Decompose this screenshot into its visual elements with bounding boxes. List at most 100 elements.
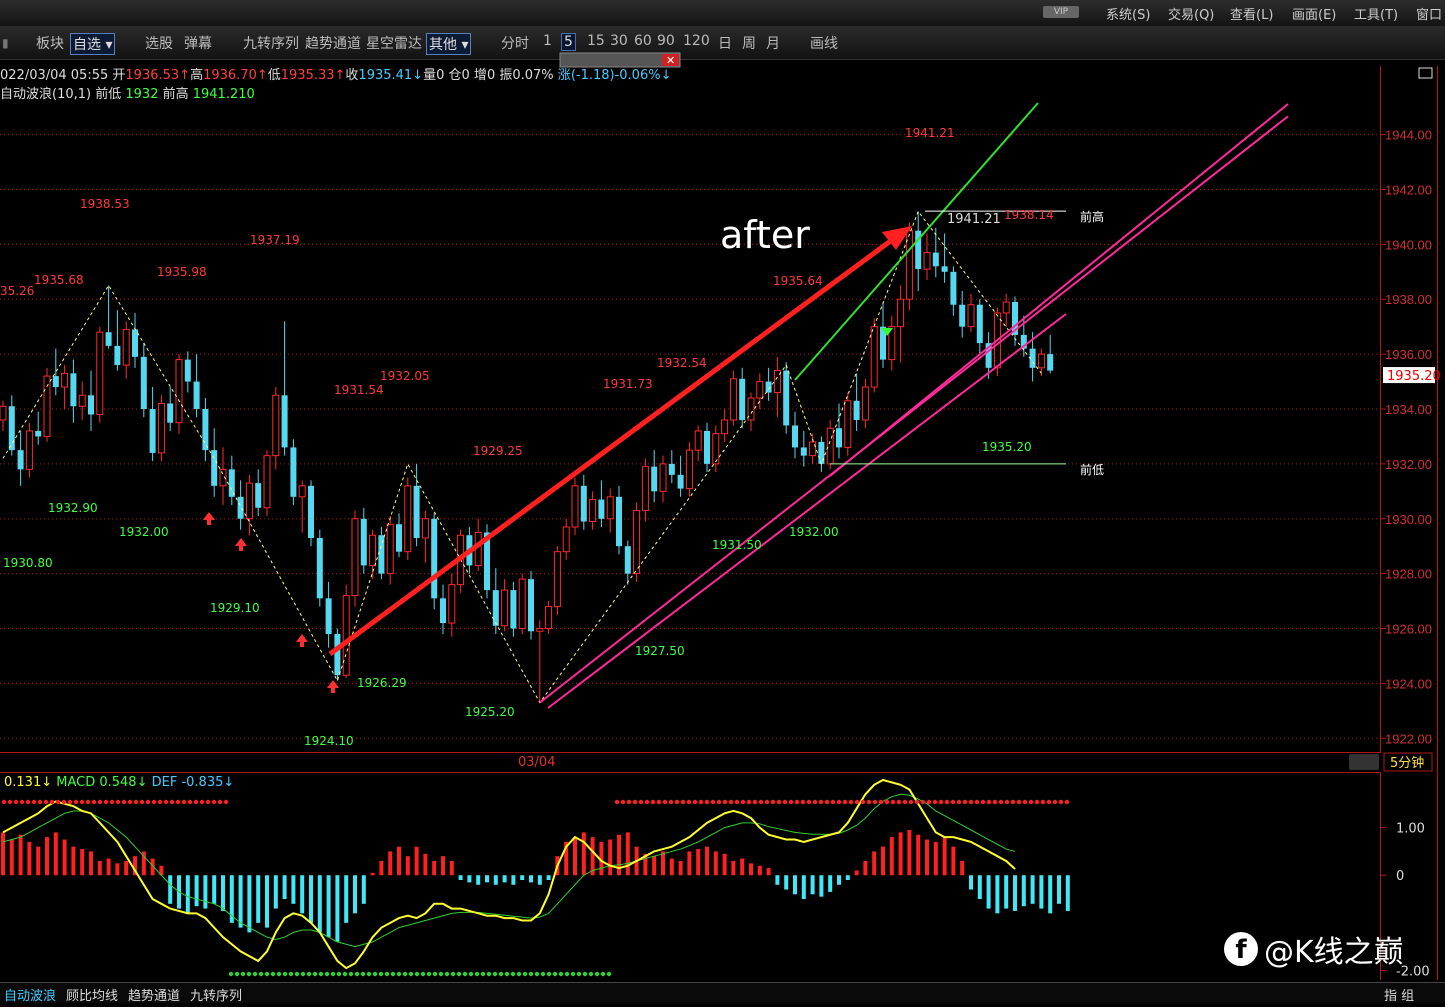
macd-histogram-bar	[9, 839, 14, 876]
macd-histogram-bar	[361, 875, 366, 904]
macd-signal-dot	[91, 799, 97, 805]
candle-body	[25, 430, 33, 470]
macd-histogram-bar	[1021, 875, 1026, 907]
macd-signal-dot	[564, 971, 570, 977]
macd-histogram-bar	[185, 875, 190, 914]
macd-signal-dot	[758, 799, 764, 805]
macd-histogram-bar	[1048, 875, 1053, 914]
ohlc-info-part: 022/03/04 05:55	[0, 68, 112, 83]
bottom-right-controls[interactable]: 指 组	[1382, 985, 1416, 1004]
ohlc-info-part: (-1.18)-0.06%↓	[571, 68, 672, 83]
macd-signal-dot	[860, 799, 866, 805]
macd-signal-dot	[968, 799, 974, 805]
macd-histogram-bar	[793, 875, 797, 895]
macd-signal-dot	[1052, 799, 1058, 805]
macd-signal-dot	[402, 971, 408, 977]
candle-body	[167, 403, 174, 423]
macd-histogram-bar	[969, 875, 973, 890]
buy-signal-arrow-stem	[331, 688, 335, 693]
bottom-tab-bar: 自动波浪 顾比均线 趋势通道 九转序列 指 组	[0, 982, 1445, 1004]
chart-canvas[interactable]: 1944.00 1942.00 1940.00 1938.00 1936.00 1934.…	[0, 0, 1445, 1007]
candle-body	[950, 271, 957, 305]
macd-signal-dot	[644, 799, 650, 805]
macd-signal-dot	[1046, 799, 1052, 805]
candle-body	[536, 628, 544, 632]
candle-body	[959, 304, 966, 327]
macd-histogram-bar	[62, 839, 67, 876]
macd-signal-dot	[49, 799, 55, 805]
macd-signal-dot	[884, 799, 890, 805]
macd-signal-dot	[175, 799, 181, 805]
macd-signal-dot	[276, 971, 282, 977]
candle-body	[281, 395, 288, 448]
wave-low-label: 1924.10	[304, 734, 354, 748]
macd-signal-dot	[97, 799, 103, 805]
candle-body	[421, 518, 429, 539]
candle-body	[659, 463, 667, 492]
macd-signal-dot	[980, 799, 986, 805]
macd-signal-dot	[300, 971, 306, 977]
candle-body	[818, 441, 825, 464]
macd-signal-dot	[336, 971, 342, 977]
candle-body	[228, 469, 235, 497]
macd-signal-dot	[103, 799, 109, 805]
macd-histogram-bar	[1030, 875, 1035, 904]
macd-signal-dot	[902, 799, 908, 805]
candle-body	[448, 584, 456, 624]
macd-signal-dot	[734, 799, 740, 805]
macd-signal-dot	[127, 799, 133, 805]
candle-body	[756, 381, 764, 399]
macd-signal-dot	[13, 799, 19, 805]
macd-signal-dot	[848, 799, 854, 805]
macd-histogram-bar	[467, 875, 472, 883]
macd-signal-dot	[145, 799, 151, 805]
candle-body	[78, 394, 86, 407]
macd-histogram-bar	[168, 875, 173, 904]
macd-signal-dot	[812, 799, 818, 805]
scrollbar-thumb[interactable]	[1349, 754, 1379, 770]
macd-signal-dot	[432, 971, 438, 977]
tab-td-sequence[interactable]: 九转序列	[188, 985, 244, 1004]
macd-histogram-bar	[432, 860, 437, 876]
candle-body	[518, 578, 526, 630]
macd-signal-dot	[1016, 799, 1022, 805]
tab-guppy-ma[interactable]: 顾比均线	[64, 985, 120, 1004]
macd-signal-dot	[1040, 799, 1046, 805]
tab-trend-channel[interactable]: 趋势通道	[126, 985, 182, 1004]
macd-histogram-bar	[317, 875, 322, 933]
macd-signal-dot	[896, 799, 902, 805]
wave-low-label: 1931.50	[712, 538, 762, 552]
macd-signal-dot	[998, 799, 1004, 805]
candle-body	[96, 331, 104, 415]
maximize-panel-icon[interactable]	[1418, 67, 1433, 79]
macd-signal-dot	[408, 971, 414, 977]
macd-signal-dot	[588, 971, 594, 977]
ohlc-info-part: 仓	[449, 68, 462, 83]
ohlc-info-part: 振	[499, 68, 512, 83]
ohlc-info-part: 1935.33↑	[281, 68, 346, 83]
macd-histogram-bar	[1065, 875, 1070, 911]
macd-histogram-bar	[854, 870, 859, 876]
macd-histogram-bar	[291, 875, 296, 904]
tab-auto-wave[interactable]: 自动波浪	[2, 985, 58, 1004]
candle-body	[342, 595, 350, 676]
ohlc-info-part: 量	[423, 68, 436, 83]
macd-signal-dot	[121, 799, 127, 805]
macd-histogram-bar	[247, 875, 252, 933]
macd-signal-dot	[704, 799, 710, 805]
macd-signal-dot	[788, 799, 794, 805]
candle-body	[870, 326, 878, 388]
macd-signal-dot	[348, 971, 354, 977]
macd-signal-dot	[746, 799, 752, 805]
candle-body	[897, 298, 905, 328]
macd-signal-dot	[770, 799, 776, 805]
macd-histogram-bar	[344, 875, 349, 923]
macd-signal-dot	[632, 799, 638, 805]
macd-signal-dot	[782, 799, 788, 805]
macd-signal-dot	[854, 799, 860, 805]
candle-body	[369, 534, 377, 566]
macd-histogram-bar	[1057, 875, 1061, 904]
candle-body	[316, 537, 323, 599]
macd-signal-dot	[638, 799, 644, 805]
candle-body	[598, 499, 605, 519]
